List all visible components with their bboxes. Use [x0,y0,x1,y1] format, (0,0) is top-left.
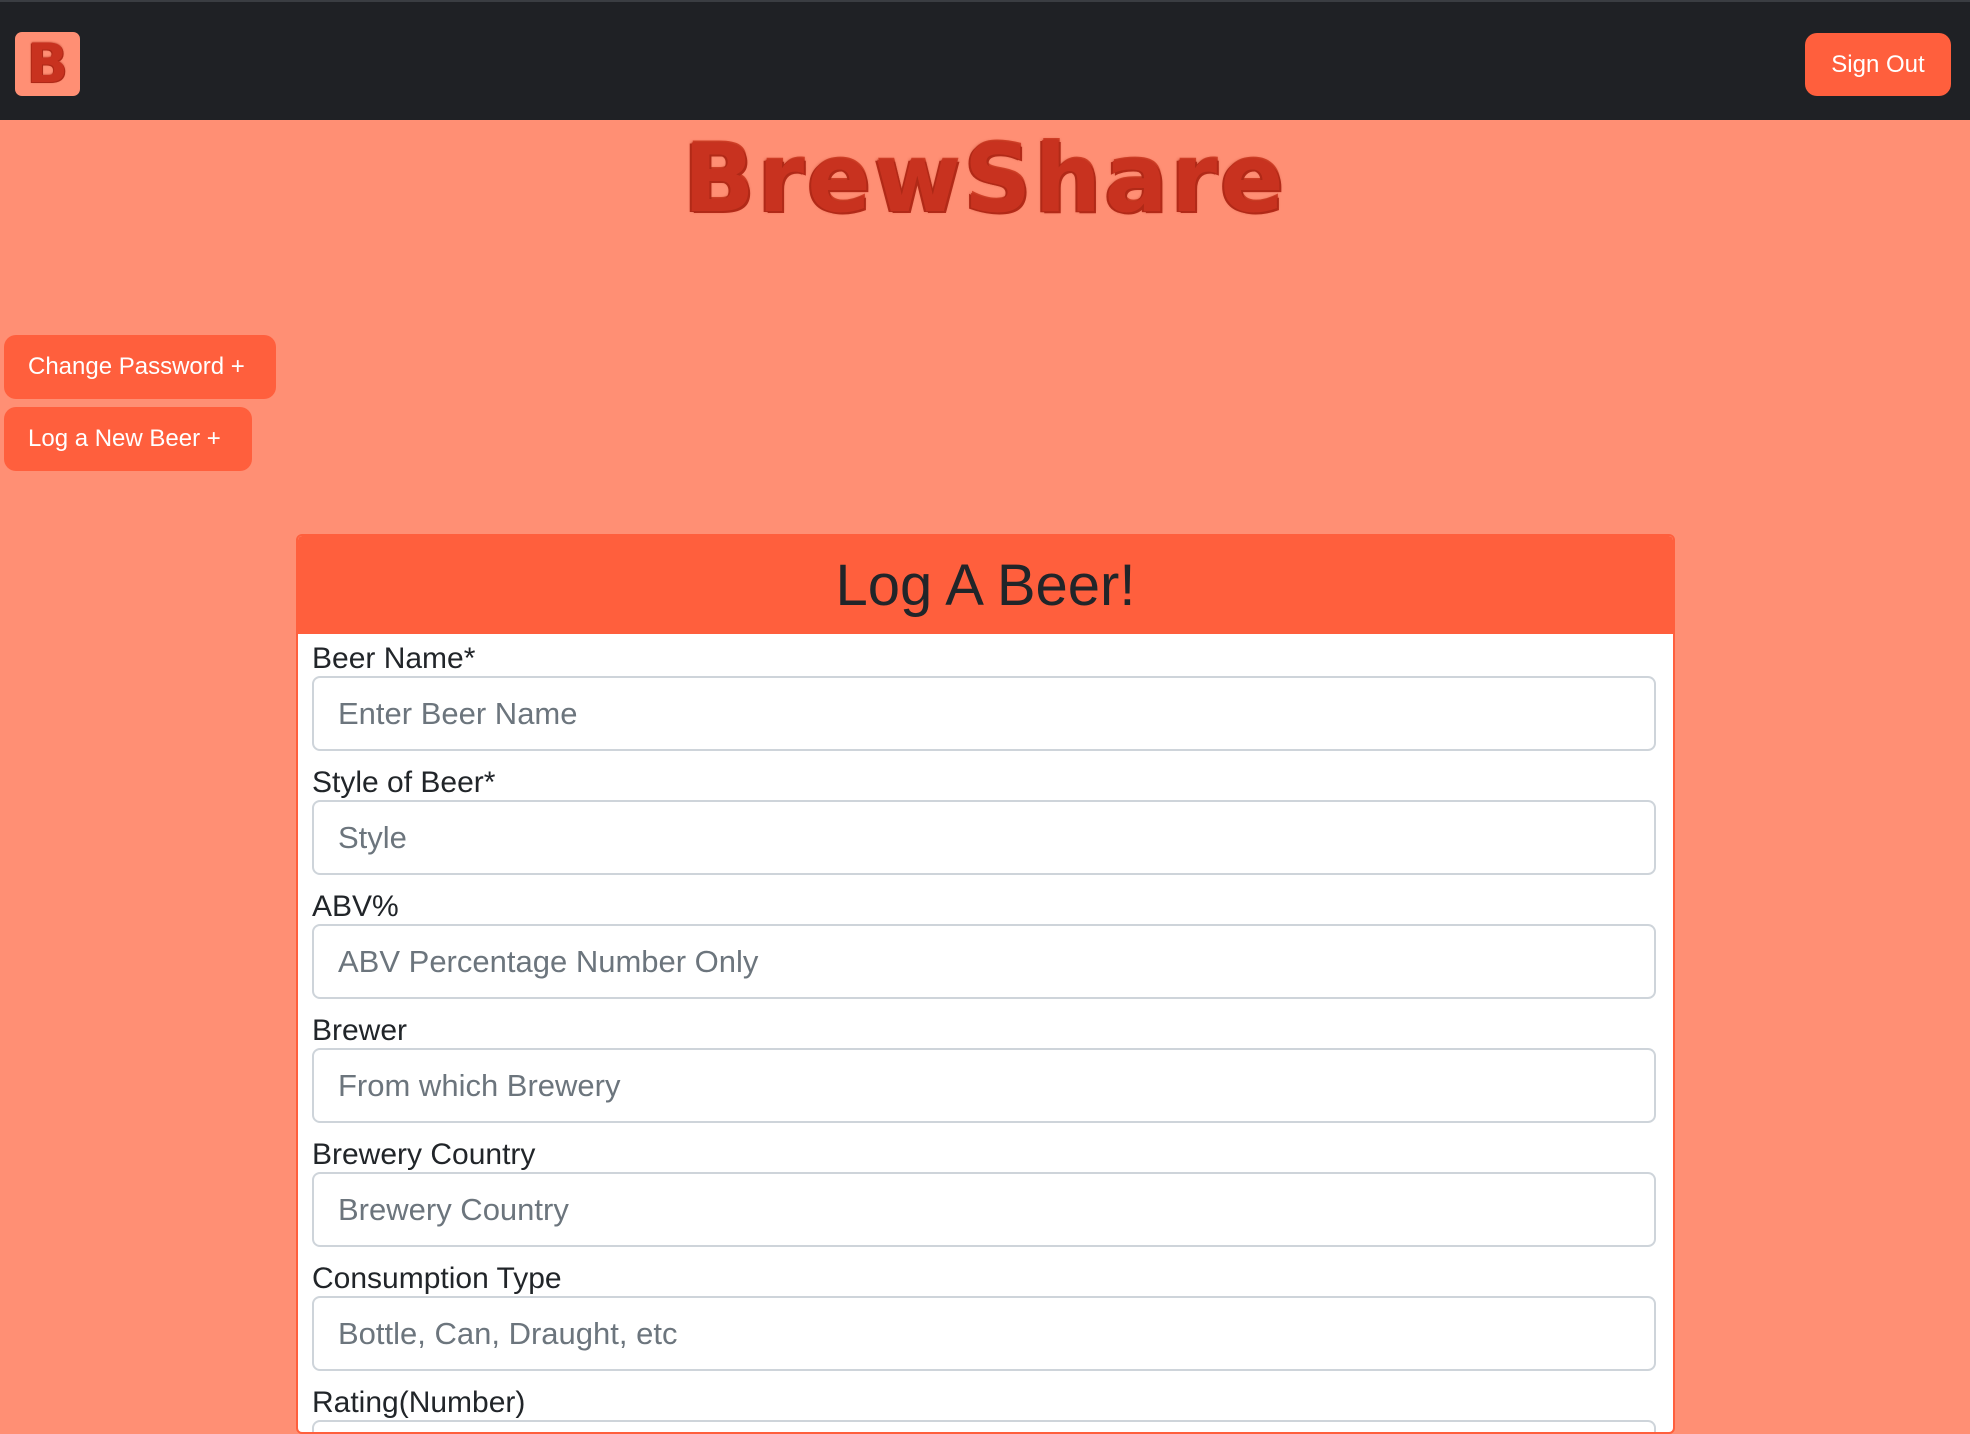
brand-logo[interactable]: B [15,32,80,96]
change-password-button[interactable]: Change Password + [4,335,276,399]
sign-out-button[interactable]: Sign Out [1805,33,1951,96]
brewer-field: Brewer [312,1006,1659,1123]
brewery-country-label: Brewery Country [312,1138,536,1171]
beer-name-input[interactable] [312,676,1656,751]
consumption-type-field: Consumption Type [312,1254,1659,1371]
consumption-type-input[interactable] [312,1296,1656,1371]
rating-label: Rating(Number) [312,1386,526,1419]
brewery-country-field: Brewery Country [312,1130,1659,1247]
log-beer-form: Beer Name* Style of Beer* ABV% Brewer Br… [298,634,1673,1432]
abv-label: ABV% [312,890,399,923]
rating-input[interactable] [312,1420,1656,1432]
beer-name-label: Beer Name* [312,642,476,675]
rating-field: Rating(Number) [312,1378,1659,1432]
log-beer-card: Log A Beer! Beer Name* Style of Beer* AB… [296,534,1675,1434]
brewer-label: Brewer [312,1014,408,1047]
consumption-type-label: Consumption Type [312,1262,562,1295]
beer-style-field: Style of Beer* [312,758,1659,875]
abv-field: ABV% [312,882,1659,999]
abv-input[interactable] [312,924,1656,999]
brewery-country-input[interactable] [312,1172,1656,1247]
log-new-beer-button[interactable]: Log a New Beer + [4,407,252,471]
card-header: Log A Beer! [298,536,1673,634]
brand-logo-letter: B [26,32,69,95]
brand-title: BrewShare [683,125,1287,234]
beer-style-input[interactable] [312,800,1656,875]
form-heading: Log A Beer! [835,552,1136,618]
top-navbar: B Sign Out [0,0,1970,120]
brewer-input[interactable] [312,1048,1656,1123]
beer-name-field: Beer Name* [312,634,1659,751]
beer-style-label: Style of Beer* [312,766,496,799]
